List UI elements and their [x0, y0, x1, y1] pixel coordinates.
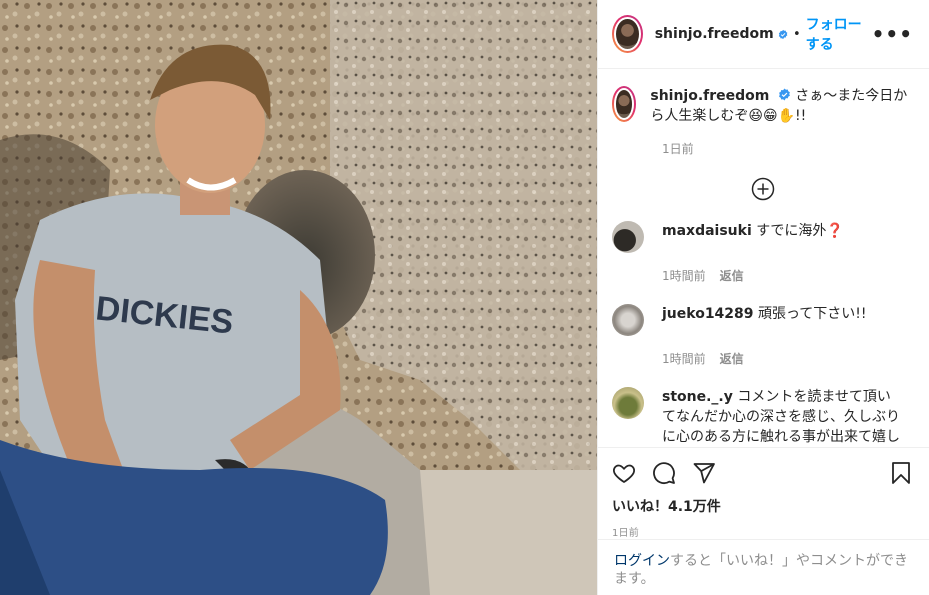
comment-item: jueko14289 頑張って下さい!!	[612, 304, 913, 336]
comment-item: maxdaisuki すでに海外❓	[612, 221, 913, 253]
login-link[interactable]: ログイン	[614, 553, 670, 569]
like-heart-icon[interactable]	[612, 461, 636, 485]
post-photo[interactable]: DICKIES	[0, 0, 597, 595]
comment-item: stone._.y コメントを読ませて頂いてなんだか心の深さを感じ、久しぶりに心…	[612, 387, 913, 447]
comments-list[interactable]: shinjo.freedom さぁ〜また今日から人生楽しむぞ😆😁✋!! 1日前 …	[598, 70, 929, 447]
comment-text: 頑張って下さい!!	[757, 306, 867, 322]
comment-text: すでに海外❓	[756, 223, 844, 239]
load-more-comments-icon[interactable]	[751, 177, 775, 201]
comment-time: 1時間前	[662, 352, 706, 366]
author-avatar[interactable]	[612, 15, 643, 53]
comment-time: 1時間前	[662, 269, 706, 283]
likes-count[interactable]: いいね！4.1万件	[612, 496, 913, 516]
commenter-avatar[interactable]	[612, 387, 644, 419]
verified-icon	[778, 88, 790, 101]
header-separator: •	[792, 26, 801, 42]
post-side-panel: shinjo.freedom • フォローする ••• shinjo.freed…	[597, 0, 929, 595]
share-paper-plane-icon[interactable]	[692, 461, 716, 485]
reply-button[interactable]: 返信	[720, 352, 744, 366]
post-header: shinjo.freedom • フォローする •••	[598, 0, 929, 69]
commenter-avatar[interactable]	[612, 221, 644, 253]
post-time: 1日前	[612, 528, 639, 539]
comment-username[interactable]: jueko14289	[662, 306, 754, 322]
comment-meta: 1時間前 返信	[662, 267, 913, 284]
caption-avatar[interactable]	[612, 86, 637, 122]
comment-bubble-icon[interactable]	[652, 461, 676, 485]
bookmark-icon[interactable]	[889, 461, 913, 485]
caption-username[interactable]: shinjo.freedom	[650, 88, 769, 104]
reply-button[interactable]: 返信	[720, 269, 744, 283]
login-prompt: ログインすると「いいね！」やコメントができます。	[598, 539, 929, 588]
comment-username[interactable]: stone._.y	[662, 389, 733, 405]
author-username[interactable]: shinjo.freedom	[655, 26, 774, 42]
more-options-icon[interactable]: •••	[872, 24, 913, 44]
caption: shinjo.freedom さぁ〜また今日から人生楽しむぞ😆😁✋!!	[612, 86, 913, 126]
comment-meta: 1時間前 返信	[662, 350, 913, 367]
verified-icon	[778, 29, 788, 39]
comment-username[interactable]: maxdaisuki	[662, 223, 752, 239]
follow-button[interactable]: フォローする	[806, 14, 872, 54]
commenter-avatar[interactable]	[612, 304, 644, 336]
post-image: DICKIES	[0, 0, 597, 595]
caption-time: 1日前	[662, 142, 694, 156]
post-actions: いいね！4.1万件 1日前	[598, 447, 929, 539]
